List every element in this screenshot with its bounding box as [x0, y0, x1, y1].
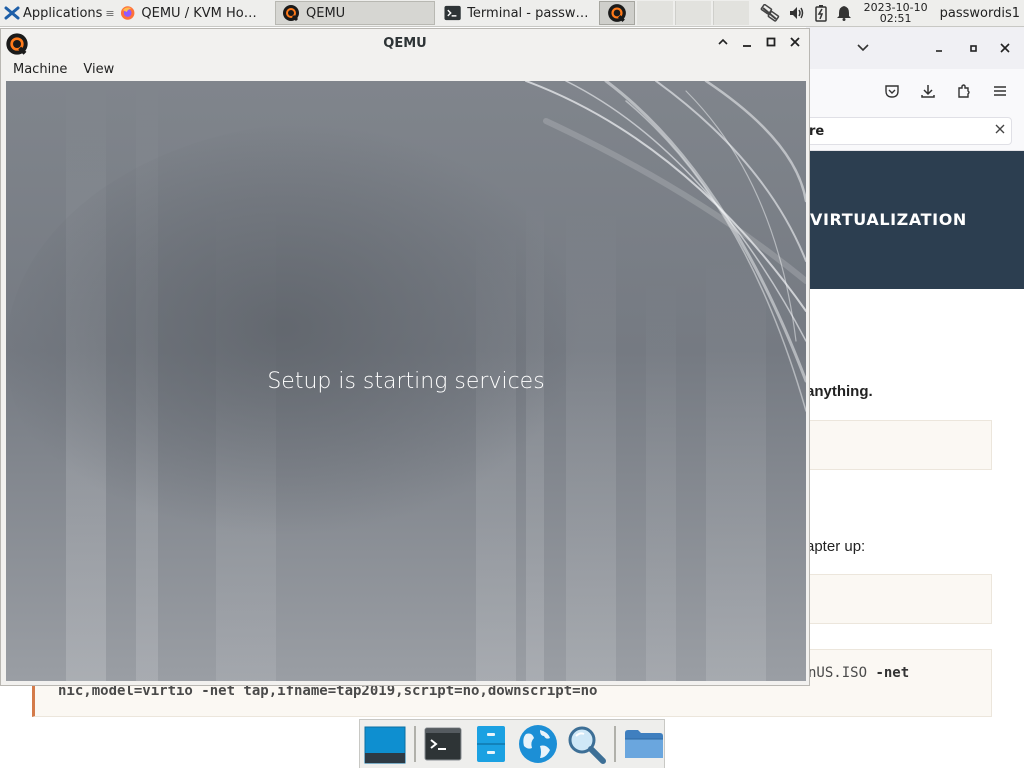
- article-text-fragment: apter up:: [806, 538, 866, 555]
- web-browser-icon: [519, 725, 558, 763]
- maximize-icon[interactable]: [964, 39, 982, 57]
- dock-show-desktop[interactable]: [364, 723, 406, 765]
- code-block-fragment: [806, 420, 992, 470]
- qemu-window: QEMU Machine View Setup is starting serv…: [0, 28, 810, 686]
- pocket-icon[interactable]: [882, 81, 902, 101]
- article-text-fragment: anything.: [806, 383, 873, 400]
- system-tray: 2023-10-10 02:51 passwordis1: [760, 0, 1024, 26]
- task-qemu[interactable]: QEMU: [275, 1, 435, 25]
- dock-separator: [414, 726, 416, 762]
- show-desktop-icon: [364, 726, 406, 764]
- setup-status-message: Setup is starting services: [267, 369, 545, 394]
- dock-folder[interactable]: [624, 723, 664, 765]
- notification-text: re: [809, 123, 825, 139]
- qemu-icon: [283, 5, 299, 22]
- clock[interactable]: 2023-10-10 02:51: [860, 2, 932, 24]
- close-icon[interactable]: [787, 34, 803, 50]
- close-icon[interactable]: [996, 39, 1014, 57]
- applications-label: Applications: [23, 5, 103, 21]
- tab-list-chevron-icon[interactable]: [854, 39, 872, 57]
- extensions-icon[interactable]: [954, 81, 974, 101]
- browser-notification-bar: re: [806, 111, 1024, 151]
- clock-time: 02:51: [879, 12, 912, 25]
- code-tail-plain: nUS.ISO: [808, 665, 876, 681]
- window-title: QEMU: [383, 36, 427, 51]
- notification-pill[interactable]: re: [806, 117, 1012, 145]
- applications-menu[interactable]: Applications ≡: [0, 0, 115, 26]
- dock-web-browser[interactable]: [518, 723, 558, 765]
- minimize-icon[interactable]: [739, 34, 755, 50]
- user-menu[interactable]: passwordis1: [940, 6, 1020, 21]
- qemu-titlebar[interactable]: QEMU: [1, 29, 809, 57]
- code-tail-bold: -net: [875, 665, 910, 681]
- firefox-icon: [120, 6, 135, 20]
- qemu-icon: [608, 4, 626, 22]
- workspace-3[interactable]: [675, 1, 711, 25]
- minimize-icon[interactable]: [930, 39, 948, 57]
- task-label: QEMU / KVM How ...: [141, 5, 266, 21]
- code-tail-text: nUS.ISO -net: [808, 665, 909, 681]
- dock: [359, 719, 665, 768]
- folder-icon: [625, 730, 663, 758]
- menu-machine[interactable]: Machine: [13, 62, 67, 77]
- dock-separator: [614, 726, 616, 762]
- window-controls: [715, 34, 803, 50]
- vm-display[interactable]: Setup is starting services: [6, 81, 806, 681]
- dock-app-finder[interactable]: [566, 723, 607, 765]
- shade-icon[interactable]: [715, 34, 731, 50]
- hero-title: VIRTUALIZATION: [810, 210, 967, 229]
- xfce-logo-icon: [4, 6, 20, 20]
- app-finder-icon: [568, 726, 607, 764]
- network-icon[interactable]: [760, 4, 780, 22]
- workspace-1[interactable]: [599, 1, 635, 25]
- file-cabinet-icon: [476, 726, 505, 762]
- volume-icon[interactable]: [788, 5, 806, 21]
- page-hero-banner: VIRTUALIZATION: [806, 151, 1024, 289]
- maximize-icon[interactable]: [763, 34, 779, 50]
- task-label: Terminal - passwo...: [467, 5, 590, 21]
- browser-toolbar: [806, 69, 1024, 111]
- battery-icon[interactable]: [814, 4, 828, 22]
- top-panel: Applications ≡ QEMU / KVM How ... QEMU T…: [0, 0, 1024, 27]
- menu-view[interactable]: View: [83, 62, 114, 77]
- browser-titlebar: [806, 27, 1024, 69]
- notification-bell-icon[interactable]: [836, 5, 852, 21]
- notification-close-icon[interactable]: [992, 121, 1008, 137]
- dock-terminal[interactable]: [424, 723, 463, 765]
- terminal-icon: [424, 727, 462, 761]
- workspace-2[interactable]: [637, 1, 673, 25]
- task-firefox[interactable]: QEMU / KVM How ...: [113, 1, 273, 25]
- task-label: QEMU: [306, 5, 346, 21]
- downloads-icon[interactable]: [918, 81, 938, 101]
- workspace-4[interactable]: [713, 1, 749, 25]
- task-terminal[interactable]: Terminal - passwo...: [437, 1, 597, 25]
- dock-file-cabinet[interactable]: [471, 723, 510, 765]
- qemu-menubar: Machine View: [1, 57, 809, 81]
- code-block-fragment: [806, 574, 992, 624]
- terminal-icon: [444, 5, 461, 21]
- hamburger-menu-icon[interactable]: [990, 81, 1010, 101]
